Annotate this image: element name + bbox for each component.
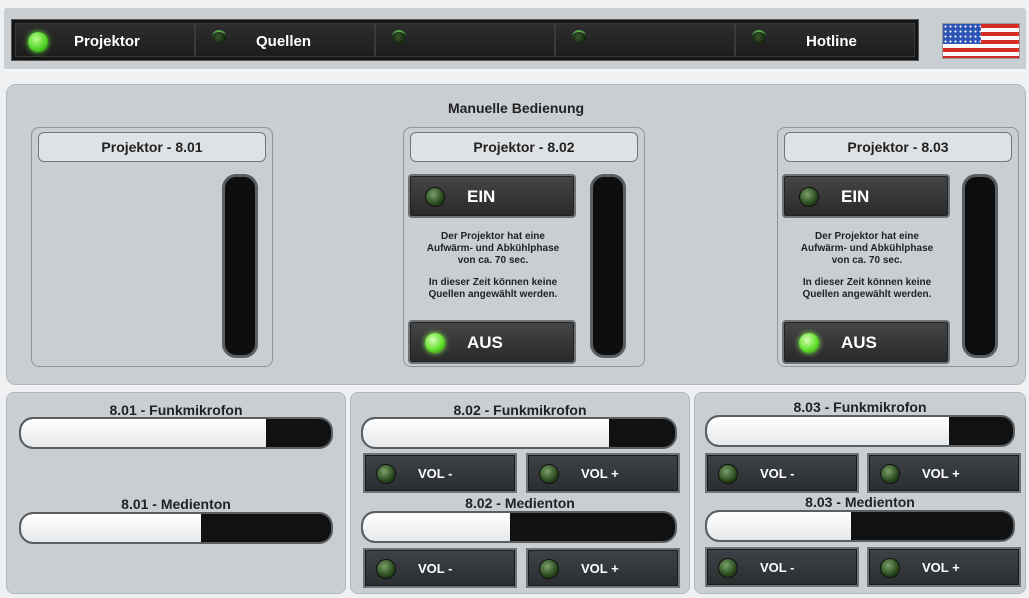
tab-quellen[interactable]: Quellen [195,23,375,57]
button-label: VOL + [922,466,960,481]
audio-panel-803: 8.03 - Funkmikrofon VOL - VOL + 8.03 - M… [694,392,1026,594]
active-indicator-icon [28,32,48,52]
warmup-info-text: Der Projektor hat eine Aufwärm- und Abkü… [782,231,952,301]
audio-panel-802: 8.02 - Funkmikrofon VOL - VOL + 8.02 - M… [350,392,690,594]
panel-title: Manuelle Bedienung [447,100,585,116]
tab-label: Quellen [256,33,312,50]
button-label: EIN [467,187,496,206]
led-off-icon [376,559,396,579]
inactive-indicator-icon [572,30,586,44]
info-line: In dieser Zeit können keine [802,277,932,288]
led-off-icon [799,187,819,207]
mic-vol-up-button[interactable]: VOL + [528,455,678,491]
mic-label: 8.03 - Funkmikrofon [793,399,927,415]
info-line: Quellen angewählt werden. [802,289,932,300]
led-off-icon [880,464,900,484]
info-line: Aufwärm- und Abkühlphase [800,243,934,254]
info-line: Der Projektor hat eine [815,231,919,242]
media-label: 8.03 - Medienton [805,494,915,510]
mic-vol-down-button[interactable]: VOL - [707,455,857,491]
warmup-info-text: Der Projektor hat eine Aufwärm- und Abkü… [408,231,578,301]
projector-802-box: Projektor - 8.02 EIN Der Projektor hat e… [403,127,645,367]
flag-canton [943,24,981,44]
led-off-icon [718,464,738,484]
button-label: AUS [467,333,503,352]
top-nav-bar: Projektor Quellen Hotline [4,8,1026,72]
slider-fill [21,419,266,447]
led-off-icon [718,558,738,578]
mic-volume-slider[interactable] [19,417,333,449]
button-label: VOL - [760,466,795,481]
tab-label: Projektor [74,33,140,50]
button-label: VOL - [418,561,453,576]
mic-vol-down-button[interactable]: VOL - [365,455,515,491]
button-label: VOL - [760,560,795,575]
mic-volume-slider[interactable] [705,415,1015,447]
projector-title: Projektor - 8.03 [784,132,1012,162]
projector-title: Projektor - 8.01 [38,132,266,162]
projector-801-box: Projektor - 8.01 [31,127,273,367]
slider-fill [363,513,510,541]
media-vol-up-button[interactable]: VOL + [528,550,678,586]
button-label: VOL + [581,561,619,576]
projector-status-bar [962,174,998,358]
led-off-icon [539,464,559,484]
projector-on-button[interactable]: EIN [410,176,574,216]
slider-fill [707,512,851,540]
media-vol-down-button[interactable]: VOL - [365,550,515,586]
mic-label: 8.01 - Funkmikrofon [109,402,243,418]
media-volume-slider[interactable] [705,510,1015,542]
led-off-icon [539,559,559,579]
mic-volume-slider[interactable] [361,417,677,449]
led-on-icon [425,333,445,353]
media-label: 8.02 - Medienton [465,495,575,511]
mic-label: 8.02 - Funkmikrofon [453,402,587,418]
projector-status-bar [222,174,258,358]
tab-empty-4[interactable] [555,23,735,57]
led-on-icon [799,333,819,353]
tab-strip: Projektor Quellen Hotline [11,19,919,61]
led-off-icon [880,558,900,578]
inactive-indicator-icon [392,30,406,44]
inactive-indicator-icon [212,30,226,44]
button-label: AUS [841,333,877,352]
led-off-icon [425,187,445,207]
media-vol-down-button[interactable]: VOL - [707,549,857,585]
projector-off-button[interactable]: AUS [784,322,948,362]
manual-control-panel: Manuelle Bedienung Projektor - 8.01 Proj… [6,84,1026,385]
media-volume-slider[interactable] [361,511,677,543]
projector-title: Projektor - 8.02 [410,132,638,162]
tab-empty-3[interactable] [375,23,555,57]
button-label: VOL + [581,466,619,481]
audio-panel-801: 8.01 - Funkmikrofon 8.01 - Medienton [6,392,346,594]
info-line: von ca. 70 sec. [457,255,529,266]
button-label: EIN [841,187,870,206]
led-off-icon [376,464,396,484]
button-label: VOL + [922,560,960,575]
tab-projektor[interactable]: Projektor [15,23,195,57]
projector-on-button[interactable]: EIN [784,176,948,216]
media-label: 8.01 - Medienton [121,496,231,512]
projector-803-box: Projektor - 8.03 EIN Der Projektor hat e… [777,127,1019,367]
slider-fill [363,419,610,447]
slider-fill [707,417,949,445]
projector-off-button[interactable]: AUS [410,322,574,362]
us-flag-icon[interactable] [942,23,1020,59]
info-line: Der Projektor hat eine [441,231,545,242]
media-volume-slider[interactable] [19,512,333,544]
button-label: VOL - [418,466,453,481]
tab-hotline[interactable]: Hotline [735,23,915,57]
mic-vol-up-button[interactable]: VOL + [869,455,1019,491]
slider-fill [21,514,201,542]
info-line: von ca. 70 sec. [831,255,903,266]
media-vol-up-button[interactable]: VOL + [869,549,1019,585]
info-line: In dieser Zeit können keine [428,277,558,288]
info-line: Quellen angewählt werden. [428,289,558,300]
projector-status-bar [590,174,626,358]
tab-label: Hotline [806,33,857,50]
inactive-indicator-icon [752,30,766,44]
info-line: Aufwärm- und Abkühlphase [426,243,560,254]
